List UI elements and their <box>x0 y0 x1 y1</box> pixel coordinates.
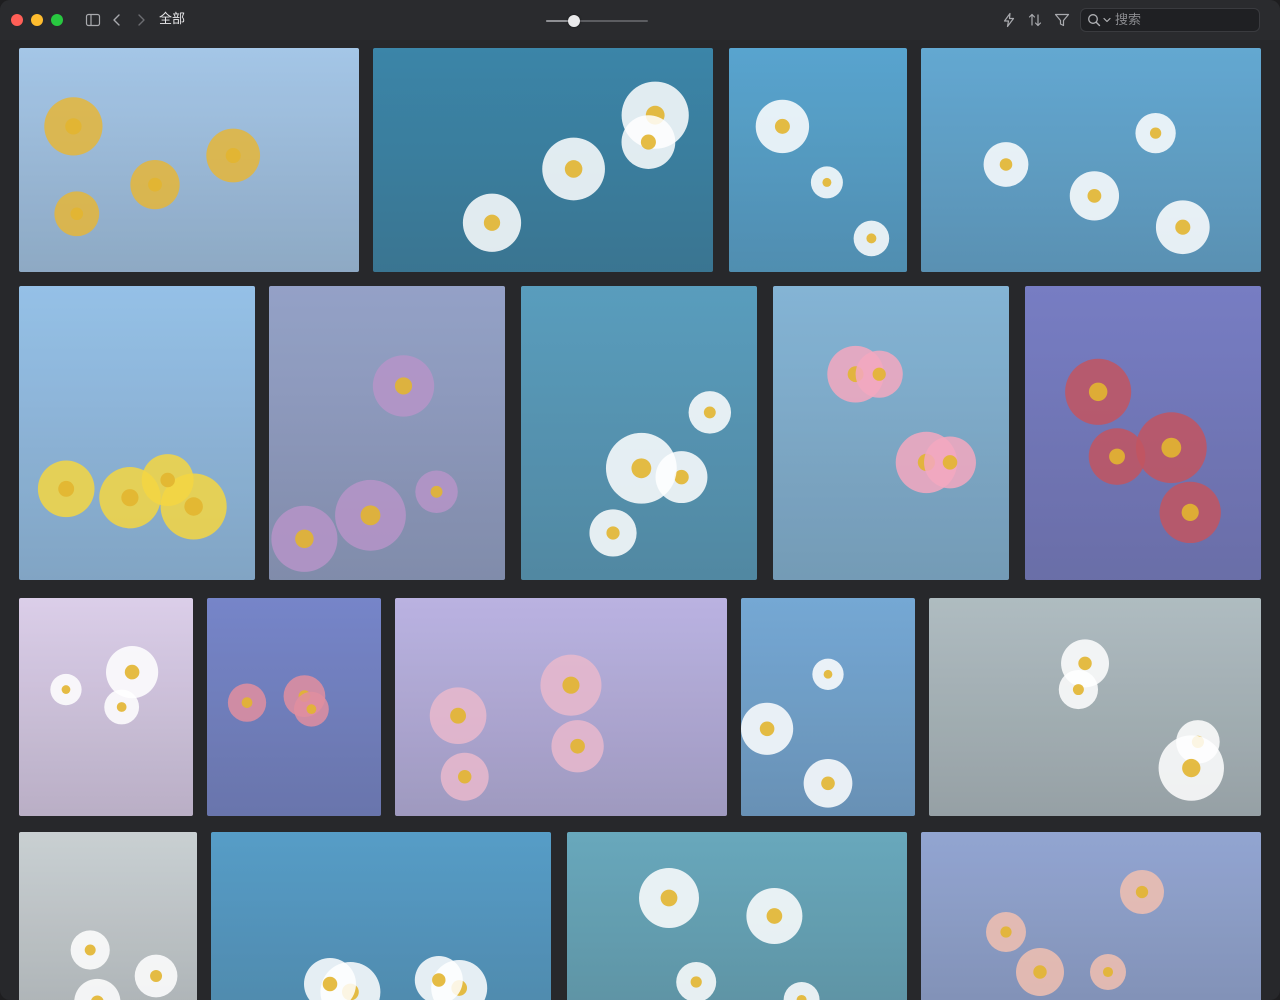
photo-thumbnail-lilac-asters[interactable] <box>19 598 193 816</box>
minimize-window-button[interactable] <box>31 14 43 26</box>
zoom-slider-thumb[interactable] <box>567 15 580 27</box>
photo-image <box>921 48 1261 272</box>
photo-thumbnail-pink-gerbera-babys-breath[interactable] <box>773 286 1009 580</box>
chevron-left-icon[interactable] <box>107 10 127 30</box>
search-field[interactable] <box>1080 8 1260 32</box>
photo-image <box>741 598 915 816</box>
sort-icon[interactable] <box>1025 10 1045 30</box>
photo-image <box>269 286 505 580</box>
search-icon[interactable] <box>1087 13 1101 27</box>
photo-image <box>19 598 193 816</box>
photo-image <box>211 832 551 1000</box>
photo-image <box>207 598 381 816</box>
photo-thumbnail-white-cosmos-closeup[interactable] <box>729 48 907 272</box>
photos-window: 全部 <box>0 0 1280 1000</box>
photo-image <box>773 286 1009 580</box>
lightning-icon[interactable] <box>999 10 1019 30</box>
photo-thumbnail-clouds-yellow-flowers[interactable] <box>19 48 359 272</box>
photo-thumbnail-birds-pink-sky[interactable] <box>395 598 727 816</box>
album-title: 全部 <box>159 12 186 27</box>
photo-image <box>19 286 255 580</box>
search-input[interactable] <box>1115 11 1255 29</box>
photo-thumbnail-purple-stock-moon[interactable] <box>269 286 505 580</box>
photo-thumbnail-white-daisies-grey[interactable] <box>19 832 197 1000</box>
photo-thumbnail-yellow-pink-gerbera[interactable] <box>19 286 255 580</box>
photo-thumbnail-pink-gerbera-dusk[interactable] <box>207 598 381 816</box>
photo-thumbnail-hand-holding-daisies[interactable] <box>373 48 713 272</box>
photo-thumbnail-two-white-daisies[interactable] <box>521 286 757 580</box>
toolbar: 全部 <box>0 0 1280 40</box>
maximize-window-button[interactable] <box>51 14 63 26</box>
photo-thumbnail-large-daisy-blue[interactable] <box>211 832 551 1000</box>
photo-thumbnail-single-white-daisy[interactable] <box>921 48 1261 272</box>
photo-thumbnail-single-daisy-blue[interactable] <box>741 598 915 816</box>
sidebar-toggle-icon[interactable] <box>83 10 103 30</box>
close-window-button[interactable] <box>11 14 23 26</box>
photo-thumbnail-daisy-field[interactable] <box>929 598 1261 816</box>
photo-image <box>19 48 359 272</box>
photo-image <box>521 286 757 580</box>
photo-image <box>921 832 1261 1000</box>
photo-thumbnail-red-rose-moon[interactable] <box>1025 286 1261 580</box>
photo-image <box>1025 286 1261 580</box>
photo-image <box>729 48 907 272</box>
photo-grid <box>0 40 1280 1000</box>
photo-thumbnail-daisy-bouquet-teal[interactable] <box>567 832 907 1000</box>
photo-thumbnail-pink-clouds-sunset[interactable] <box>921 832 1261 1000</box>
chevron-down-icon[interactable] <box>1103 16 1111 24</box>
chevron-right-icon[interactable] <box>131 10 151 30</box>
photo-image <box>395 598 727 816</box>
filter-icon[interactable] <box>1052 10 1072 30</box>
zoom-slider[interactable] <box>546 14 648 28</box>
photo-image <box>373 48 713 272</box>
photo-image <box>567 832 907 1000</box>
photo-image <box>19 832 197 1000</box>
photo-image <box>929 598 1261 816</box>
